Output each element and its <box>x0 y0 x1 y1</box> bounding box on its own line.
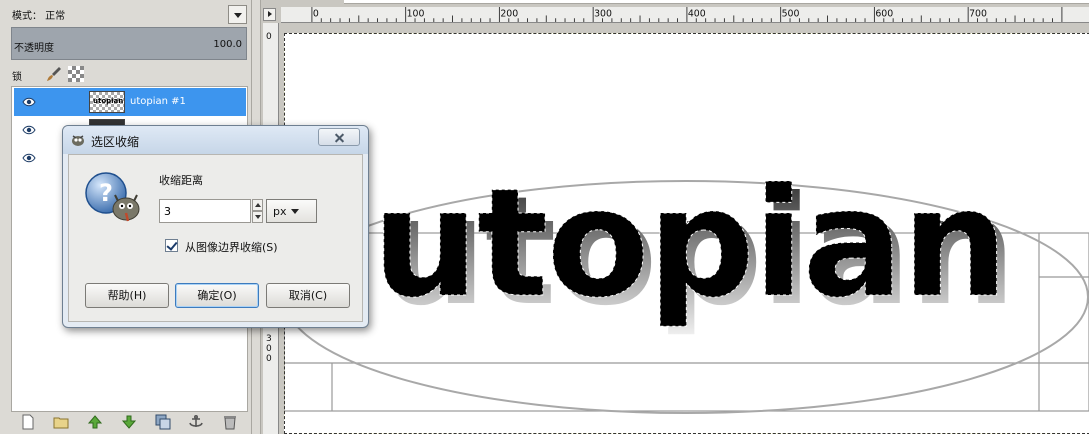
layer-thumbnail: utopian <box>89 91 125 113</box>
svg-text:?: ? <box>99 179 113 207</box>
ruler-label: 0 <box>266 354 272 364</box>
lower-layer-icon[interactable] <box>121 414 137 430</box>
dialog-titlebar[interactable]: 选区收缩 <box>63 126 368 154</box>
layer-row[interactable]: utopian utopian #1 <box>14 88 246 116</box>
shrink-selection-dialog: 选区收缩 ? 收缩距离 px <box>62 125 369 328</box>
shrink-distance-label: 收缩距离 <box>159 174 203 187</box>
unit-label: px <box>273 205 287 218</box>
ruler-label: 0 <box>266 344 272 354</box>
ruler-label: 0 <box>313 8 319 19</box>
ruler-label: 300 <box>594 8 612 19</box>
ruler-label: 500 <box>782 8 800 19</box>
delete-layer-icon[interactable] <box>222 414 238 430</box>
mode-row: 模式： 正常 <box>0 3 252 25</box>
paintbrush-icon[interactable] <box>46 66 62 82</box>
ruler-label: 400 <box>688 8 706 19</box>
close-button[interactable] <box>318 128 360 146</box>
layer-group-icon[interactable] <box>53 414 69 430</box>
spin-up-button[interactable] <box>252 199 263 211</box>
gimp-icon <box>72 135 84 146</box>
ruler-label: 600 <box>875 8 893 19</box>
mode-label: 模式： 正常 <box>12 11 66 22</box>
shrink-from-border-checkbox[interactable] <box>165 239 178 252</box>
ruler-label: 3 <box>266 334 272 344</box>
eye-icon[interactable] <box>22 125 36 135</box>
spin-down-button[interactable] <box>252 211 263 223</box>
top-strip <box>344 0 1089 4</box>
chevron-down-icon <box>291 209 299 214</box>
new-layer-icon[interactable] <box>20 414 36 430</box>
shrink-from-border-label[interactable]: 从图像边界收缩(S) <box>185 239 278 255</box>
cancel-button[interactable]: 取消(C) <box>266 283 350 308</box>
ok-button[interactable]: 确定(O) <box>175 283 259 308</box>
layers-toolbar <box>14 414 248 432</box>
checkerboard-icon[interactable] <box>68 66 84 82</box>
ruler-label: 200 <box>500 8 518 19</box>
ruler-label: 700 <box>969 8 987 19</box>
selection-boundary <box>284 33 1089 434</box>
layer-thumbnail-text: utopian <box>93 97 124 105</box>
canvas-area[interactable]: 0 100 200 300 400 500 600 700 0 3 0 0 ut… <box>260 0 1089 434</box>
dialog-body: ? 收缩距离 px 从图像边界收缩(S) 帮助(H) 确定(O) 取消(C) <box>68 154 363 322</box>
eye-icon[interactable] <box>22 153 36 163</box>
duplicate-layer-icon[interactable] <box>155 414 171 430</box>
dialog-title: 选区收缩 <box>91 135 140 149</box>
opacity-label: 不透明度 <box>14 43 54 54</box>
ruler-corner-button[interactable] <box>263 8 276 21</box>
anchor-layer-icon[interactable] <box>188 414 204 430</box>
unit-dropdown[interactable]: px <box>266 199 317 223</box>
ruler-label: 0 <box>266 32 272 42</box>
raise-layer-icon[interactable] <box>87 414 103 430</box>
ruler-label: 100 <box>407 8 425 19</box>
opacity-value: 100.0 <box>213 39 242 50</box>
mode-dropdown[interactable] <box>228 5 247 24</box>
shrink-distance-input[interactable] <box>159 199 251 223</box>
layer-name: utopian #1 <box>130 96 186 107</box>
horizontal-ruler: 0 100 200 300 400 500 600 700 <box>281 7 1089 23</box>
help-button[interactable]: 帮助(H) <box>85 283 169 308</box>
opacity-slider[interactable]: 不透明度 100.0 <box>11 27 247 60</box>
question-icon: ? <box>85 172 140 222</box>
eye-icon[interactable] <box>22 97 36 107</box>
